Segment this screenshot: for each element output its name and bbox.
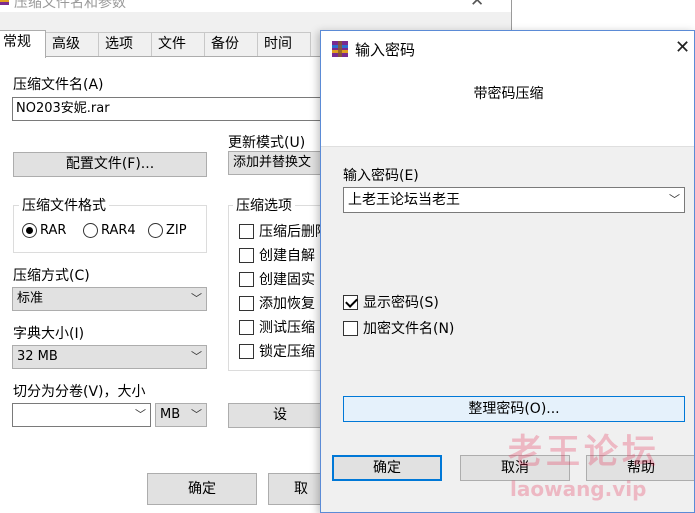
checkbox-icon [239, 271, 254, 287]
checkbox-icon [239, 223, 254, 239]
checkbox-icon [239, 343, 254, 359]
profiles-button[interactable]: 配置文件(F)... [13, 152, 207, 177]
option-label: 添加恢复 [259, 296, 315, 312]
option-delete-after[interactable]: 压缩后删除 [239, 221, 329, 241]
checkbox-icon [239, 247, 254, 263]
chevron-down-icon: ﹀ [191, 350, 202, 363]
checkbox-icon [343, 320, 358, 336]
dialog-ok-button[interactable]: 确定 [332, 455, 442, 481]
split-unit-value: MB [160, 407, 181, 422]
option-lock-archive[interactable]: 锁定压缩 [239, 341, 315, 361]
format-rar4-radio[interactable]: RAR4 [83, 223, 136, 238]
option-label: 压缩后删除 [259, 224, 329, 240]
format-zip-label: ZIP [166, 223, 187, 238]
method-value: 标准 [17, 291, 44, 306]
format-rar-label: RAR [40, 223, 67, 238]
tab-advanced[interactable]: 高级 [45, 32, 99, 56]
option-create-solid[interactable]: 创建固实 [239, 269, 315, 289]
chevron-down-icon: ﹀ [135, 408, 146, 421]
show-password-label: 显示密码(S) [363, 295, 439, 311]
tab-general[interactable]: 常规 [0, 30, 46, 58]
format-zip-radio[interactable]: ZIP [148, 223, 187, 238]
format-rar4-label: RAR4 [101, 223, 136, 238]
option-label: 锁定压缩 [259, 344, 315, 360]
tab-options[interactable]: 选项 [98, 32, 152, 56]
dialog-title: 输入密码 [355, 41, 416, 59]
password-input[interactable]: 上老王论坛当老王 ﹀ [343, 187, 685, 213]
winrar-app-icon [332, 41, 348, 57]
back-window-title: 压缩文件名和参数 [14, 0, 126, 11]
dict-value: 32 MB [17, 349, 58, 364]
password-value: 上老王论坛当老王 [348, 192, 460, 208]
tab-time[interactable]: 时间 [257, 32, 311, 56]
set-password-button[interactable]: 设 [228, 403, 332, 428]
radio-selected-icon [22, 223, 37, 238]
close-icon[interactable]: ✕ [470, 0, 484, 11]
update-mode-label: 更新模式(U) [228, 135, 306, 151]
split-unit-select[interactable]: MB ﹀ [155, 403, 207, 427]
checkbox-icon [239, 319, 254, 335]
dict-label: 字典大小(I) [13, 326, 85, 342]
back-ok-button[interactable]: 确定 [147, 473, 257, 505]
archive-format-title: 压缩文件格式 [19, 195, 109, 215]
chevron-down-icon: ﹀ [191, 292, 202, 305]
tab-backup[interactable]: 备份 [204, 32, 258, 56]
option-label: 创建固实 [259, 272, 315, 288]
option-create-sfx[interactable]: 创建自解 [239, 245, 315, 265]
winrar-app-icon [0, 0, 9, 5]
checkbox-icon [239, 295, 254, 311]
watermark-url: laowang.vip [510, 477, 647, 501]
password-label: 输入密码(E) [343, 168, 419, 184]
format-rar-radio[interactable]: RAR [22, 223, 66, 238]
method-select[interactable]: 标准 ﹀ [12, 287, 207, 311]
option-label: 创建自解 [259, 248, 315, 264]
archive-options-title: 压缩选项 [233, 195, 295, 215]
dialog-heading: 带密码压缩 [473, 86, 544, 102]
tab-files[interactable]: 文件 [151, 32, 205, 56]
organize-passwords-button[interactable]: 整理密码(O)... [343, 396, 685, 422]
archive-name-label: 压缩文件名(A) [13, 77, 104, 93]
update-mode-select[interactable]: 添加并替换文 [228, 151, 332, 175]
chevron-down-icon: ﹀ [191, 408, 202, 421]
encrypt-names-checkbox[interactable]: 加密文件名(N) [343, 318, 454, 338]
archive-name-input[interactable]: NO203安妮.rar [12, 97, 332, 121]
close-icon[interactable]: ✕ [675, 37, 690, 58]
encrypt-names-label: 加密文件名(N) [363, 321, 455, 337]
dialog-header: 带密码压缩 [321, 67, 694, 147]
option-label: 测试压缩 [259, 320, 315, 336]
split-label: 切分为分卷(V)，大小 [13, 384, 146, 400]
method-label: 压缩方式(C) [13, 268, 90, 284]
radio-icon [83, 223, 98, 238]
dict-select[interactable]: 32 MB ﹀ [12, 345, 207, 369]
split-size-input[interactable]: ﹀ [12, 403, 151, 427]
checkbox-checked-icon [343, 294, 358, 310]
watermark-text: 老王论坛 [508, 432, 660, 472]
radio-icon [148, 223, 163, 238]
show-password-checkbox[interactable]: 显示密码(S) [343, 292, 439, 312]
chevron-down-icon: ﹀ [669, 193, 680, 206]
option-add-recovery[interactable]: 添加恢复 [239, 293, 315, 313]
option-test-archive[interactable]: 测试压缩 [239, 317, 315, 337]
